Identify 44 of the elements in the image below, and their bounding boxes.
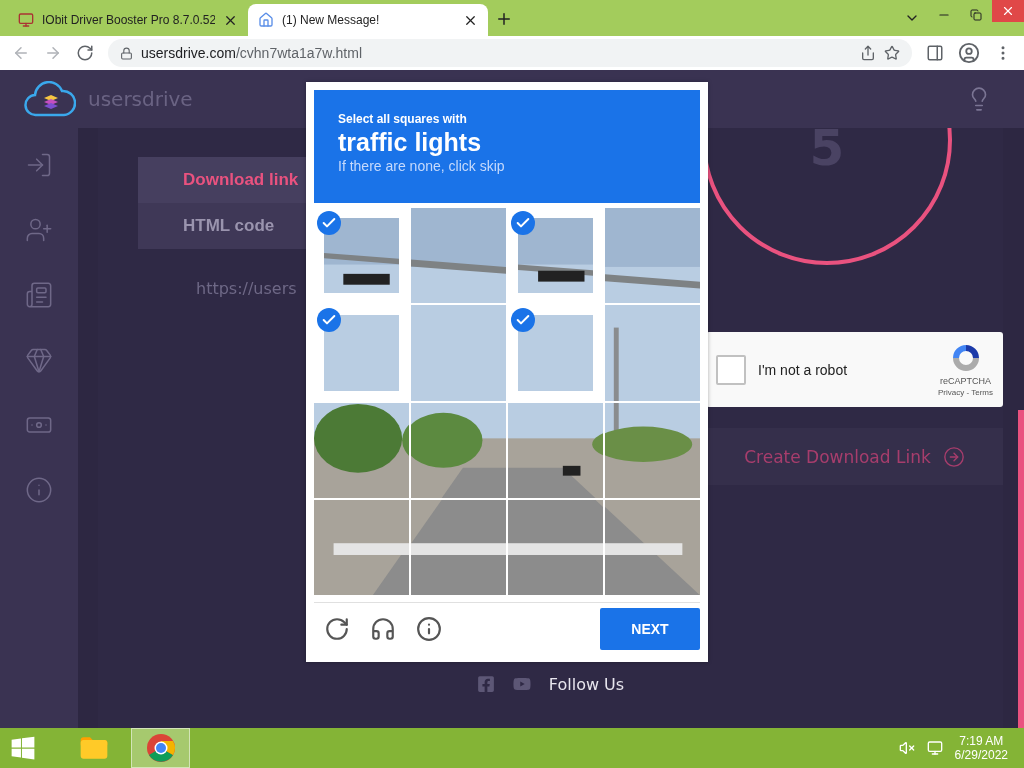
info-icon[interactable] [416,615,442,642]
check-icon [317,308,341,333]
privacy-terms-links[interactable]: Privacy - Terms [938,388,993,397]
check-icon [317,211,341,235]
diamond-icon[interactable] [25,346,53,374]
user-add-icon[interactable] [25,216,53,244]
url-text: usersdrive.com/cvhn7wta1a7w.html [141,45,362,61]
arrow-circle-icon [942,445,965,468]
chrome-icon[interactable] [145,733,176,763]
side-panel-icon[interactable] [926,44,944,62]
login-icon[interactable] [25,151,53,179]
browser-tab[interactable]: (1) New Message! [248,4,488,36]
star-icon[interactable] [884,45,900,61]
home-icon [258,12,274,28]
reload-icon[interactable] [324,615,350,642]
browser-tab[interactable]: IObit Driver Booster Pro 8.7.0.52 [8,4,248,36]
address-field[interactable]: usersdrive.com/cvhn7wta1a7w.html [108,39,912,67]
newspaper-icon[interactable] [25,281,53,309]
close-button[interactable] [992,0,1024,22]
check-icon [511,211,535,235]
next-button[interactable]: NEXT [600,607,700,650]
hint-text: If there are none, click skip [338,158,506,174]
profile-icon[interactable] [958,42,980,64]
robot-checkbox[interactable] [716,354,746,385]
link-text: https://users [196,279,297,298]
reload-icon[interactable] [76,44,94,62]
mute-icon[interactable] [898,740,915,756]
checkbox-label: I'm not a robot [758,361,849,378]
recaptcha-brand: reCAPTCHA [940,376,991,386]
lock-icon [120,46,133,60]
headphones-icon[interactable] [370,615,396,642]
target-text: traffic lights [338,127,483,158]
app-icon [18,12,34,28]
follow-us-text: Follow Us [548,674,625,694]
network-icon[interactable] [926,740,943,756]
start-icon[interactable] [10,735,36,761]
share-icon[interactable] [860,45,876,61]
new-tab-icon[interactable] [495,10,513,28]
cloud-logo-icon[interactable] [24,81,76,117]
restore-icon[interactable] [970,9,982,21]
close-icon [1001,4,1015,18]
taskbar-app[interactable] [131,728,190,768]
instruction-text: Select all squares with [338,112,468,126]
check-icon [511,308,535,333]
